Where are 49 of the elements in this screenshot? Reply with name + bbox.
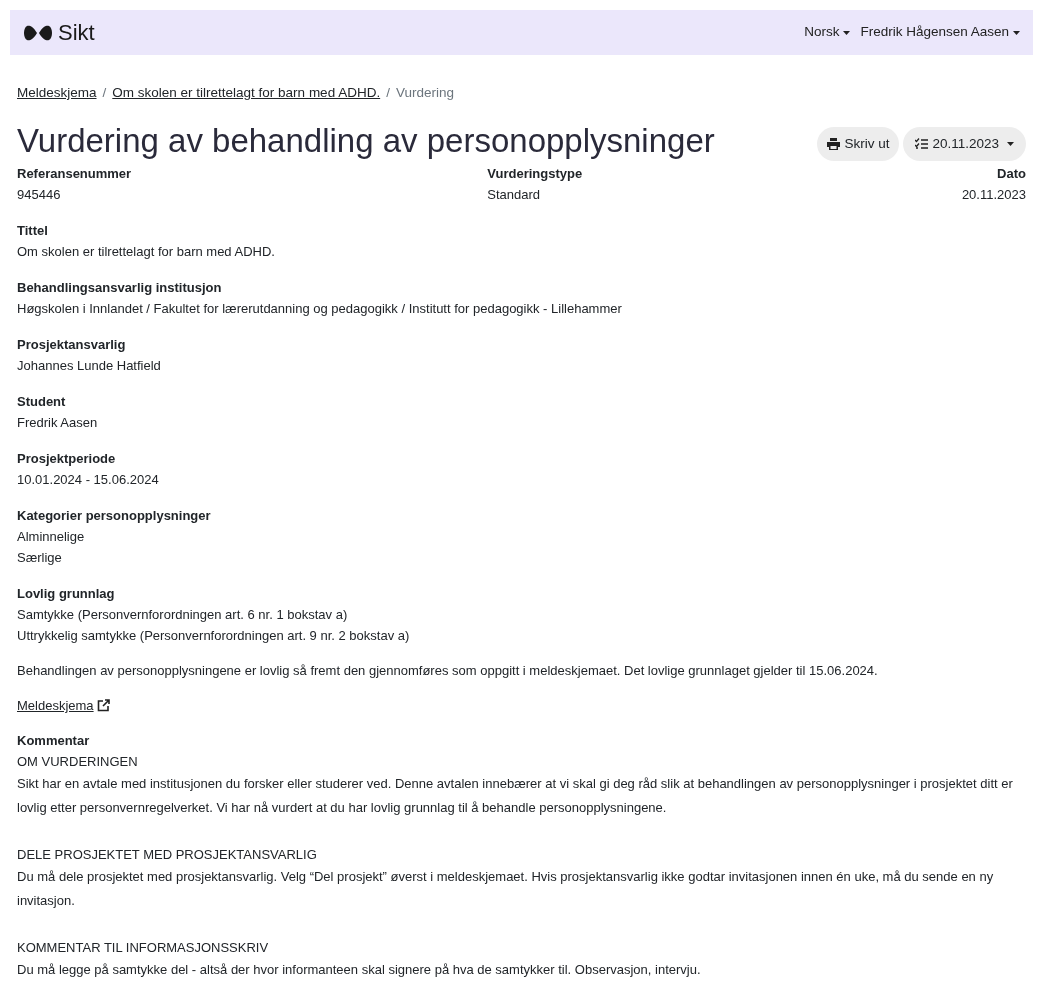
field-label: Vurderingstype bbox=[487, 165, 583, 184]
comment-heading: KOMMENTAR TIL INFORMASJONSSKRIV bbox=[17, 939, 270, 958]
breadcrumb-separator: / bbox=[386, 84, 390, 102]
comment-heading: DELE PROSJEKTET MED PROSJEKTANSVARLIG bbox=[17, 846, 318, 865]
checklist-icon bbox=[915, 138, 929, 151]
field-value: 10.01.2024 - 15.06.2024 bbox=[17, 471, 159, 490]
breadcrumb-separator: / bbox=[102, 84, 107, 102]
field-label: Prosjektansvarlig bbox=[17, 336, 126, 355]
comment-text: Du må legge på samtykke del - altså der hvor informanteen skal signere på hva de samtykker til. Observasjon, intervju. bbox=[17, 961, 702, 980]
field-label: Prosjektperiode bbox=[17, 450, 116, 469]
field-value: 20.11.2023 bbox=[961, 186, 1026, 205]
logo-icon bbox=[23, 23, 53, 42]
field-value: 945446 bbox=[17, 186, 61, 205]
field-value: Uttrykkelig samtykke (Personvernforordningen art. 9 nr. 2 bokstav a) bbox=[17, 627, 410, 646]
field-value: Om skolen er tilrettelagt for barn med ADHD. bbox=[17, 243, 275, 262]
field-value: Standard bbox=[487, 186, 541, 205]
field-label: Lovlig grunnlag bbox=[17, 585, 115, 604]
breadcrumb-current: Vurdering bbox=[395, 84, 454, 102]
field-label: Tittel bbox=[17, 222, 48, 241]
breadcrumb-link[interactable]: Meldeskjema bbox=[17, 83, 97, 104]
caret-icon bbox=[1013, 30, 1020, 35]
field-label: Referansenummer bbox=[17, 165, 132, 184]
logo-text: Sikt bbox=[58, 21, 95, 44]
print-button[interactable]: Skriv ut bbox=[817, 127, 900, 162]
field-value: Samtykke (Personvernforordningen art. 6 nr. 1 bokstav a) bbox=[17, 606, 348, 625]
field-value: Særlige bbox=[17, 549, 62, 568]
breadcrumb-link[interactable]: Om skolen er tilrettelagt for barn med ADHD. bbox=[112, 83, 381, 104]
field-value: Alminnelige bbox=[17, 528, 85, 547]
version-dropdown[interactable]: 20.11.2023 bbox=[903, 127, 1026, 162]
field-label: Dato bbox=[997, 165, 1026, 184]
field-label: Student bbox=[17, 393, 66, 412]
legal-basis-statement: Behandlingen av personopplysningene er lovlig så fremt den gjennomføres som oppgitt i meldeskjemaet. Det lovlige grunnlaget gjelder til 15.06.2024. bbox=[17, 662, 879, 681]
comment-label: Kommentar bbox=[17, 732, 91, 751]
page-title: Vurdering av behandling av personopplysninger bbox=[17, 121, 715, 162]
comment-text: Du må dele prosjektet med prosjektansvarlig. Velg “Del prosjekt” øverst i meldeskjemaet. Hvis prosjektansvarlig ikke godtar invitasjonen innen én uke, må du sende en ny invitasjon. bbox=[17, 868, 995, 911]
field-label: Kategorier personopplysninger bbox=[17, 507, 211, 526]
field-label: Behandlingsansvarlig institusjon bbox=[17, 279, 222, 298]
nav-dropdown[interactable]: Norsk bbox=[804, 22, 851, 43]
comment-text: Sikt har en avtale med institusjonen du forsker eller studerer ved. Denne avtalen innebærer at vi skal gi deg råd slik at behandlingen av personopplysninger i prosjektet ditt er lovlig etter personvernregelverket. Vi har nå vurdert at du har lovlig grunnlag til å behandle personopplysningene. bbox=[17, 775, 1014, 818]
field-value: Johannes Lunde Hatfield bbox=[17, 357, 161, 376]
caret-icon bbox=[1007, 142, 1014, 147]
caret-icon bbox=[843, 30, 851, 35]
comment-heading: OM VURDERINGEN bbox=[17, 753, 139, 772]
field-value: Høgskolen i Innlandet / Fakultet for lærerutdanning og pedagogikk / Institutt for pedagogikk - Lillehammer bbox=[17, 300, 622, 319]
form-link[interactable]: Meldeskjema bbox=[17, 695, 110, 717]
printer-icon bbox=[827, 138, 841, 151]
nav-dropdown[interactable]: Fredrik Hågensen Aasen bbox=[860, 22, 1020, 43]
external-link-icon bbox=[96, 699, 110, 713]
field-value: Fredrik Aasen bbox=[17, 414, 98, 433]
